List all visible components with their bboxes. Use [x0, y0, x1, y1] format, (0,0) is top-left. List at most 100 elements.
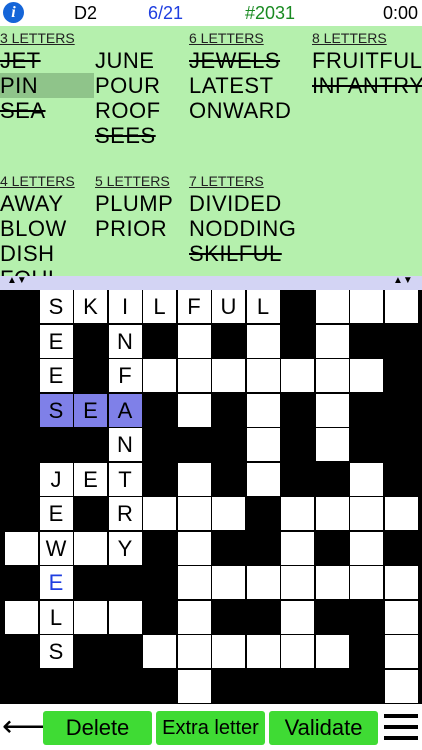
- grid-cell[interactable]: S: [39, 635, 73, 668]
- grid-cell[interactable]: [315, 290, 349, 323]
- word-item[interactable]: DISH: [0, 241, 94, 266]
- grid-cell[interactable]: [246, 566, 280, 599]
- grid-cell[interactable]: E: [39, 324, 73, 358]
- grid-cell[interactable]: [384, 566, 418, 599]
- grid-cell[interactable]: [177, 462, 211, 496]
- grid-cell[interactable]: [177, 324, 211, 358]
- grid-cell[interactable]: [350, 531, 383, 565]
- grid-cell[interactable]: [384, 669, 418, 703]
- grid-cell[interactable]: [350, 359, 383, 392]
- grid-cell[interactable]: [177, 359, 211, 392]
- word-item[interactable]: SKILFUL: [189, 241, 309, 266]
- word-item[interactable]: AWAY: [0, 191, 94, 216]
- grid-cell[interactable]: L: [39, 600, 73, 634]
- grid-cell[interactable]: L: [143, 290, 176, 323]
- grid-cell[interactable]: E: [74, 393, 107, 427]
- grid-cell[interactable]: I: [108, 290, 142, 323]
- grid-cell[interactable]: [246, 462, 280, 496]
- word-item[interactable]: PIN: [0, 73, 94, 98]
- extra-letter-button[interactable]: Extra letter: [156, 711, 265, 745]
- grid-cell[interactable]: Y: [108, 531, 142, 565]
- delete-button[interactable]: Delete: [43, 711, 152, 745]
- back-arrow-icon[interactable]: ⟵: [2, 710, 45, 744]
- grid-cell[interactable]: [384, 497, 418, 530]
- grid-cell[interactable]: [177, 393, 211, 427]
- word-item[interactable]: NODDING: [189, 216, 309, 241]
- panel-separator[interactable]: [0, 276, 422, 290]
- grid-cell[interactable]: [281, 497, 314, 530]
- validate-button[interactable]: Validate: [269, 711, 378, 745]
- grid-cell[interactable]: N: [108, 324, 142, 358]
- grid-cell[interactable]: [350, 566, 383, 599]
- grid-cell[interactable]: [246, 359, 280, 392]
- grid-cell[interactable]: S: [39, 393, 73, 427]
- grid-cell[interactable]: [5, 531, 38, 565]
- grid-cell[interactable]: [281, 359, 314, 392]
- grid-cell[interactable]: [177, 635, 211, 668]
- grid-cell[interactable]: [315, 428, 349, 461]
- grid-cell[interactable]: E: [74, 462, 107, 496]
- grid-cell[interactable]: [350, 290, 383, 323]
- grid-cell[interactable]: L: [246, 290, 280, 323]
- grid-cell[interactable]: [177, 497, 211, 530]
- grid-cell[interactable]: [315, 359, 349, 392]
- grid-cell[interactable]: W: [39, 531, 73, 565]
- grid-cell[interactable]: [281, 600, 314, 634]
- grid-cell[interactable]: [212, 566, 245, 599]
- grid-cell[interactable]: [74, 600, 107, 634]
- word-item[interactable]: INFANTRY: [312, 73, 422, 98]
- grid-cell[interactable]: [143, 497, 176, 530]
- grid-cell[interactable]: [246, 393, 280, 427]
- grid-cell[interactable]: [5, 600, 38, 634]
- word-item[interactable]: BLOW: [0, 216, 94, 241]
- grid-cell[interactable]: U: [212, 290, 245, 323]
- grid-cell[interactable]: [246, 635, 280, 668]
- crossword-grid[interactable]: SKILFULENEFSEANJETERWYELS: [0, 290, 422, 704]
- grid-cell[interactable]: [108, 600, 142, 634]
- grid-cell[interactable]: [315, 324, 349, 358]
- grid-cell[interactable]: [315, 497, 349, 530]
- grid-cell[interactable]: [384, 635, 418, 668]
- grid-cell[interactable]: [212, 635, 245, 668]
- grid-cell[interactable]: [281, 566, 314, 599]
- grid-cell[interactable]: [212, 497, 245, 530]
- grid-cell[interactable]: [384, 600, 418, 634]
- grid-cell[interactable]: K: [74, 290, 107, 323]
- grid-cell[interactable]: F: [177, 290, 211, 323]
- grid-cell[interactable]: E: [39, 359, 73, 392]
- grid-cell[interactable]: [350, 497, 383, 530]
- word-item[interactable]: SEA: [0, 98, 94, 123]
- grid-cell[interactable]: E: [39, 566, 73, 599]
- grid-cell[interactable]: N: [108, 428, 142, 461]
- grid-cell[interactable]: E: [39, 497, 73, 530]
- info-icon[interactable]: i: [3, 2, 24, 23]
- grid-cell[interactable]: [177, 531, 211, 565]
- grid-cell[interactable]: [315, 635, 349, 668]
- word-item[interactable]: LATEST: [189, 73, 309, 98]
- grid-cell[interactable]: [246, 428, 280, 461]
- grid-cell[interactable]: F: [108, 359, 142, 392]
- grid-cell[interactable]: [143, 359, 176, 392]
- grid-cell[interactable]: [246, 324, 280, 358]
- grid-cell[interactable]: [281, 635, 314, 668]
- grid-cell[interactable]: [177, 669, 211, 703]
- grid-cell[interactable]: [384, 290, 418, 323]
- grid-cell[interactable]: [143, 635, 176, 668]
- grid-cell[interactable]: [177, 566, 211, 599]
- word-item[interactable]: DIVIDED: [189, 191, 309, 216]
- grid-cell[interactable]: [212, 359, 245, 392]
- grid-cell[interactable]: S: [39, 290, 73, 323]
- menu-icon[interactable]: [384, 714, 418, 747]
- grid-cell[interactable]: [315, 566, 349, 599]
- grid-cell[interactable]: R: [108, 497, 142, 530]
- grid-cell[interactable]: J: [39, 462, 73, 496]
- grid-cell[interactable]: [281, 531, 314, 565]
- word-item[interactable]: JET: [0, 48, 94, 73]
- grid-cell[interactable]: A: [108, 393, 142, 427]
- grid-cell[interactable]: T: [108, 462, 142, 496]
- grid-cell[interactable]: [177, 600, 211, 634]
- grid-cell[interactable]: [350, 462, 383, 496]
- grid-cell[interactable]: [315, 393, 349, 427]
- grid-cell[interactable]: [74, 531, 107, 565]
- word-item[interactable]: ONWARD: [189, 98, 309, 123]
